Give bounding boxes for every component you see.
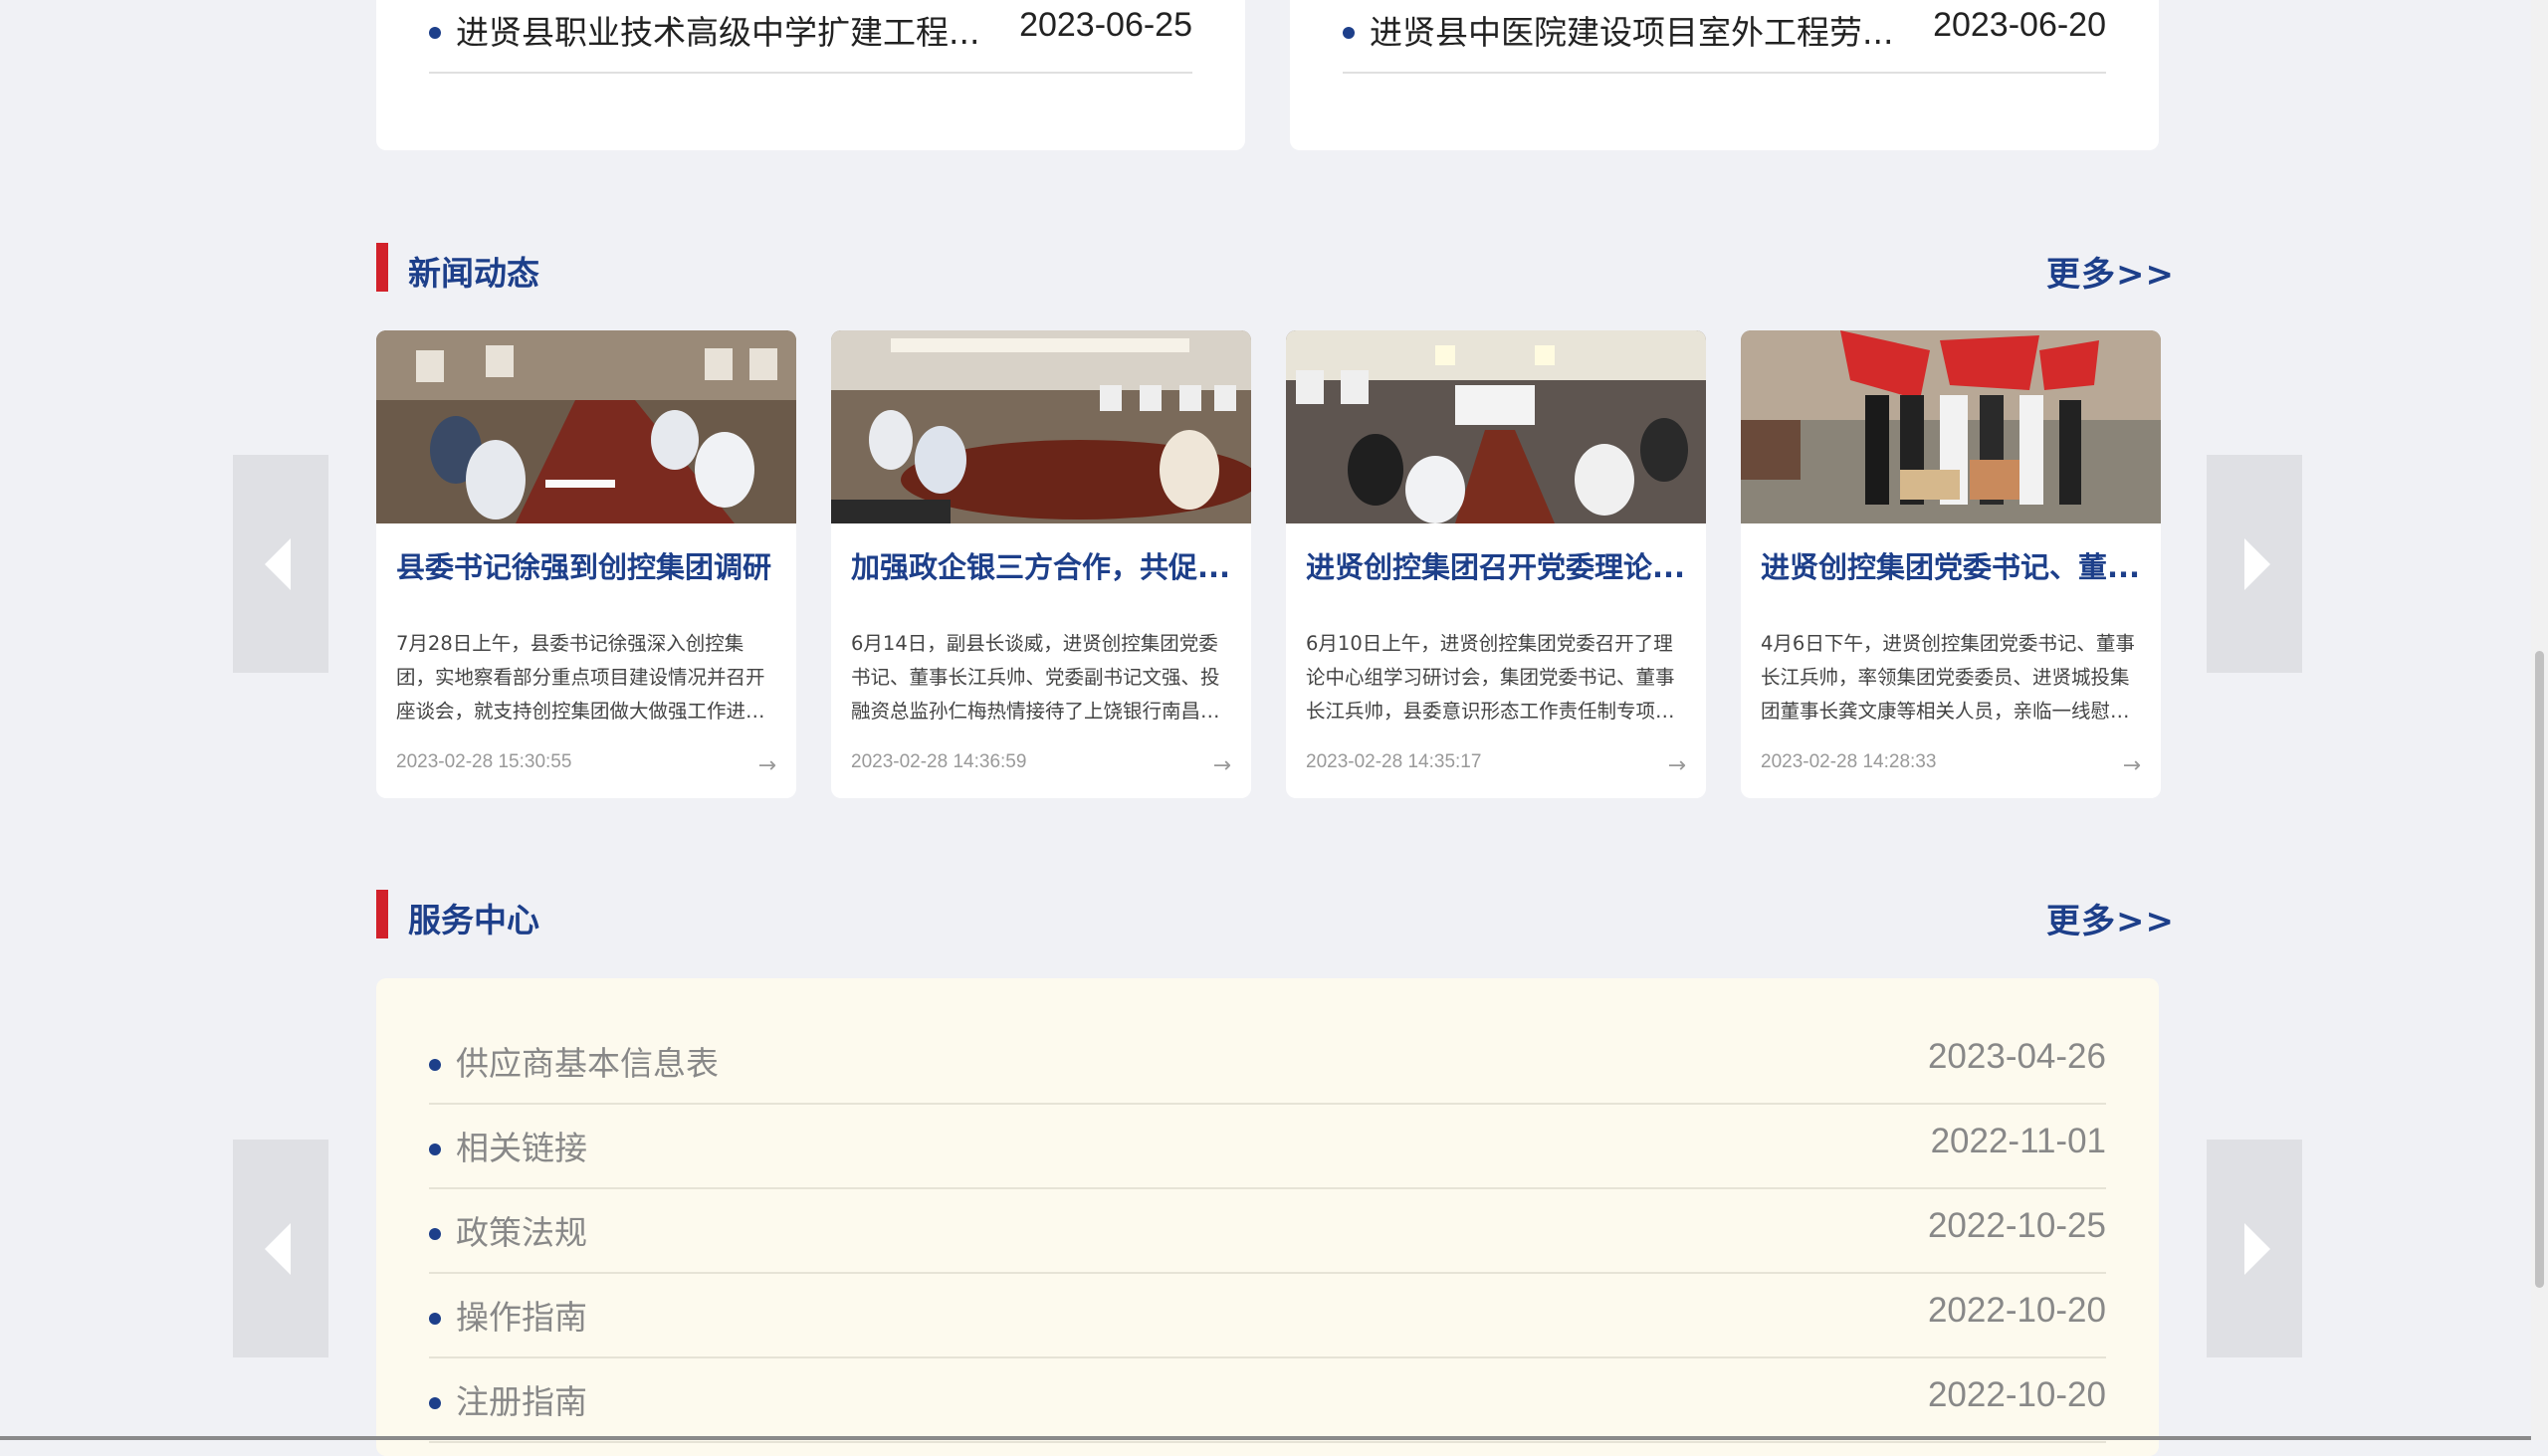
news-more-link[interactable]: 更多>>: [2046, 247, 2175, 296]
service-date: 2023-04-26: [1927, 1037, 2106, 1076]
chevron-left-icon: [265, 1223, 291, 1275]
news-title[interactable]: 进贤创控集团党委书记、董...: [1761, 544, 2144, 586]
bullet-icon: [429, 27, 441, 39]
notice-card-right: 进贤县中医院建设项目室外工程劳... 2023-06-20: [1290, 0, 2159, 150]
services-next-button[interactable]: [2207, 1140, 2302, 1357]
services-section-title: 服务中心: [408, 901, 539, 939]
arrow-right-icon[interactable]: →: [2123, 753, 2141, 778]
news-card[interactable]: 县委书记徐强到创控集团调研 7月28日上午，县委书记徐强深入创控集团，实地察看部…: [376, 330, 796, 798]
section-marker: [376, 890, 388, 938]
news-card[interactable]: 加强政企银三方合作，共促... 6月14日，副县长谈威，进贤创控集团党委书记、董…: [831, 330, 1251, 798]
news-date: 2023-02-28 14:36:59: [851, 751, 1027, 772]
list-item[interactable]: 进贤县中医院建设项目室外工程劳... 2023-06-20: [1343, 0, 2106, 74]
news-prev-button[interactable]: [233, 455, 328, 673]
news-date: 2023-02-28 14:28:33: [1761, 751, 1937, 772]
list-item[interactable]: 政策法规 2022-10-25: [429, 1188, 2106, 1274]
service-title[interactable]: 注册指南: [456, 1375, 587, 1423]
notice-card-left: 进贤县职业技术高级中学扩建工程... 2023-06-25: [376, 0, 1245, 150]
bullet-icon: [429, 1059, 441, 1071]
services-more-link[interactable]: 更多>>: [2046, 894, 2175, 942]
news-photo[interactable]: [831, 330, 1251, 523]
list-item[interactable]: 操作指南 2022-10-20: [429, 1273, 2106, 1358]
notice-date: 2023-06-25: [1019, 6, 1192, 44]
news-section-title: 新闻动态: [408, 254, 539, 293]
notice-title[interactable]: 进贤县职业技术高级中学扩建工程...: [456, 6, 979, 54]
service-title[interactable]: 供应商基本信息表: [456, 1037, 719, 1085]
bullet-icon: [429, 1313, 441, 1325]
arrow-right-icon[interactable]: →: [758, 753, 776, 778]
service-date: 2022-10-25: [1927, 1206, 2106, 1245]
service-date: 2022-10-20: [1927, 1375, 2106, 1414]
list-item[interactable]: 注册指南 2022-10-20: [429, 1357, 2106, 1443]
news-photo[interactable]: [1741, 330, 2161, 523]
list-item[interactable]: 相关链接 2022-11-01: [429, 1104, 2106, 1189]
list-item[interactable]: 进贤县职业技术高级中学扩建工程... 2023-06-25: [429, 0, 1192, 74]
news-title[interactable]: 加强政企银三方合作，共促...: [851, 544, 1234, 586]
section-marker: [376, 243, 388, 292]
news-summary: 6月14日，副县长谈威，进贤创控集团党委书记、董事长江兵帅、党委副书记文强、投融…: [851, 632, 1220, 723]
bullet-icon: [429, 1397, 441, 1409]
news-photo[interactable]: [1286, 330, 1706, 523]
service-date: 2022-11-01: [1930, 1122, 2106, 1160]
news-card[interactable]: 进贤创控集团召开党委理论... 6月10日上午，进贤创控集团党委召开了理论中心组…: [1286, 330, 1706, 798]
chevron-right-icon: [2244, 1223, 2270, 1275]
scrollbar-thumb[interactable]: [2535, 651, 2544, 1288]
notice-title[interactable]: 进贤县中医院建设项目室外工程劳...: [1370, 6, 1893, 54]
service-title[interactable]: 相关链接: [456, 1122, 587, 1169]
page-scrollbar[interactable]: [2531, 0, 2548, 1440]
news-date: 2023-02-28 14:35:17: [1306, 751, 1482, 772]
service-title[interactable]: 操作指南: [456, 1291, 587, 1339]
bullet-icon: [1343, 27, 1355, 39]
news-title[interactable]: 进贤创控集团召开党委理论...: [1306, 544, 1689, 586]
bullet-icon: [429, 1228, 441, 1240]
bullet-icon: [429, 1144, 441, 1155]
services-panel: 供应商基本信息表 2023-04-26 相关链接 2022-11-01 政策法规…: [376, 978, 2159, 1456]
news-next-button[interactable]: [2207, 455, 2302, 673]
news-summary: 7月28日上午，县委书记徐强深入创控集团，实地察看部分重点项目建设情况并召开座谈…: [396, 632, 765, 723]
notice-date: 2023-06-20: [1933, 6, 2106, 44]
arrow-right-icon[interactable]: →: [1668, 753, 1686, 778]
service-title[interactable]: 政策法规: [456, 1206, 587, 1254]
news-title[interactable]: 县委书记徐强到创控集团调研: [396, 544, 779, 586]
chevron-right-icon: [2244, 538, 2270, 590]
chevron-left-icon: [265, 538, 291, 590]
list-item[interactable]: 供应商基本信息表 2023-04-26: [429, 1019, 2106, 1105]
service-date: 2022-10-20: [1927, 1291, 2106, 1330]
news-card[interactable]: 进贤创控集团党委书记、董... 4月6日下午，进贤创控集团党委书记、董事长江兵帅…: [1741, 330, 2161, 798]
news-summary: 4月6日下午，进贤创控集团党委书记、董事长江兵帅，率领集团党委委员、进贤城投集团…: [1761, 632, 2135, 723]
services-prev-button[interactable]: [233, 1140, 328, 1357]
news-date: 2023-02-28 15:30:55: [396, 751, 572, 772]
arrow-right-icon[interactable]: →: [1213, 753, 1231, 778]
news-photo[interactable]: [376, 330, 796, 523]
news-summary: 6月10日上午，进贤创控集团党委召开了理论中心组学习研讨会，集团党委书记、董事长…: [1306, 632, 1675, 723]
window-bottom-border: [0, 1436, 2531, 1440]
